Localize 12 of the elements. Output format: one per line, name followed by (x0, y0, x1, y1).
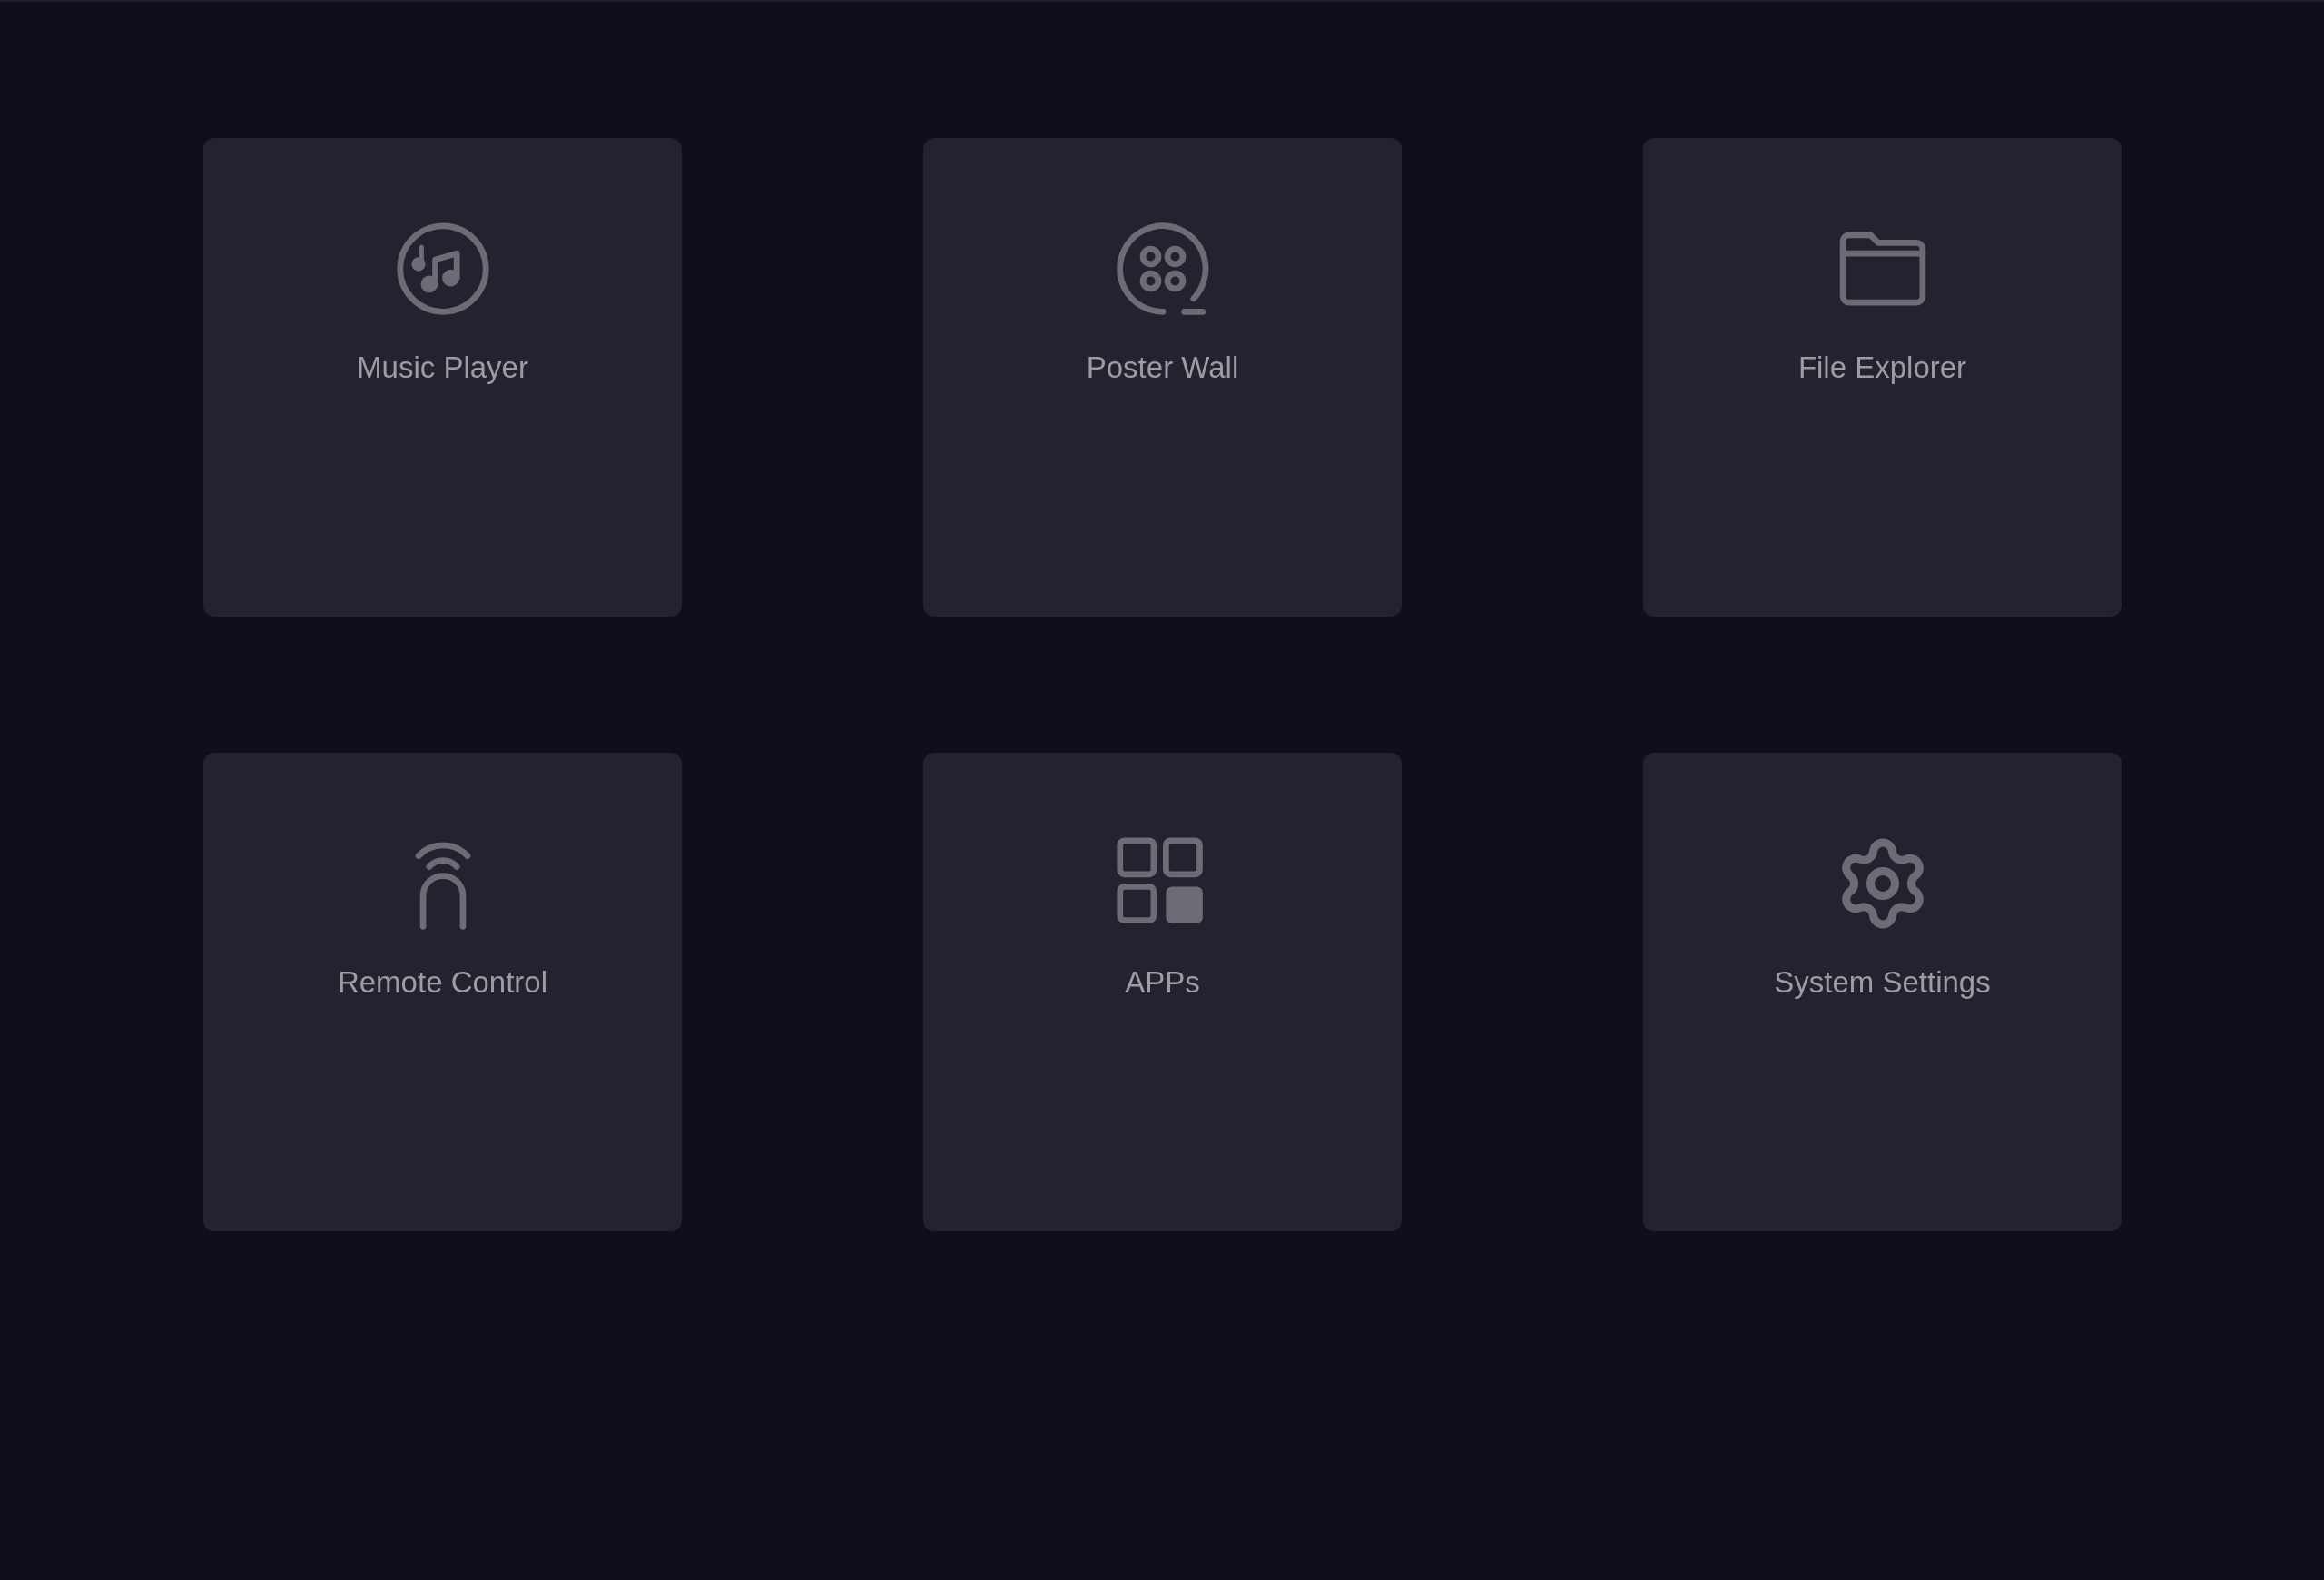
tile-label: System Settings (1774, 964, 1991, 1001)
app-tile[interactable]: Poster Wall (923, 138, 1402, 617)
app-tile[interactable]: Remote Control (203, 753, 682, 1231)
tile-label: Remote Control (337, 964, 548, 1001)
app-tile[interactable]: APPs (923, 753, 1402, 1231)
tile-label: File Explorer (1797, 350, 1967, 386)
tile-label: APPs (1125, 964, 1200, 1001)
app-tile[interactable]: Music Player (203, 138, 682, 617)
tile-label: Poster Wall (1086, 350, 1239, 386)
app-tile[interactable]: File Explorer (1643, 138, 2122, 617)
app-tile[interactable]: System Settings (1643, 753, 2122, 1231)
tile-label: Music Player (357, 350, 528, 386)
